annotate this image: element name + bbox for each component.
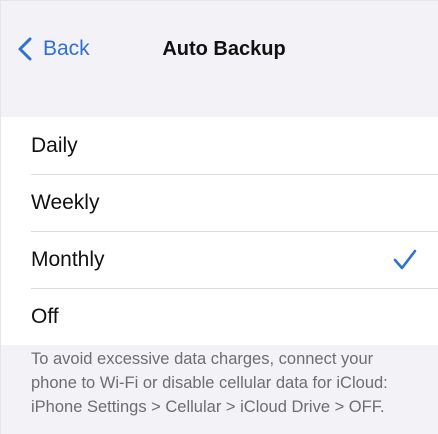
footer-note-line: iPhone Settings > Cellular > iCloud Driv… (31, 398, 385, 416)
screen: Back Auto Backup Daily Weekly Monthly Of… (0, 0, 438, 434)
checkmark-icon (393, 249, 417, 270)
navigation-bar: Back Auto Backup (1, 1, 438, 101)
footer-note-line: To avoid excessive data charges, connect… (31, 350, 374, 368)
option-label: Off (31, 304, 59, 328)
backup-frequency-list: Daily Weekly Monthly Off (1, 117, 438, 345)
option-label: Monthly (31, 247, 105, 271)
option-daily[interactable]: Daily (1, 117, 438, 174)
footer-note-line: phone to Wi-Fi or disable cellular data … (31, 374, 388, 392)
option-weekly[interactable]: Weekly (1, 174, 438, 231)
footer-note: To avoid excessive data charges, connect… (31, 347, 431, 419)
option-monthly[interactable]: Monthly (1, 231, 438, 288)
option-off[interactable]: Off (1, 288, 438, 345)
option-label: Daily (31, 133, 78, 157)
option-label: Weekly (31, 190, 100, 214)
page-title: Auto Backup (162, 38, 286, 60)
